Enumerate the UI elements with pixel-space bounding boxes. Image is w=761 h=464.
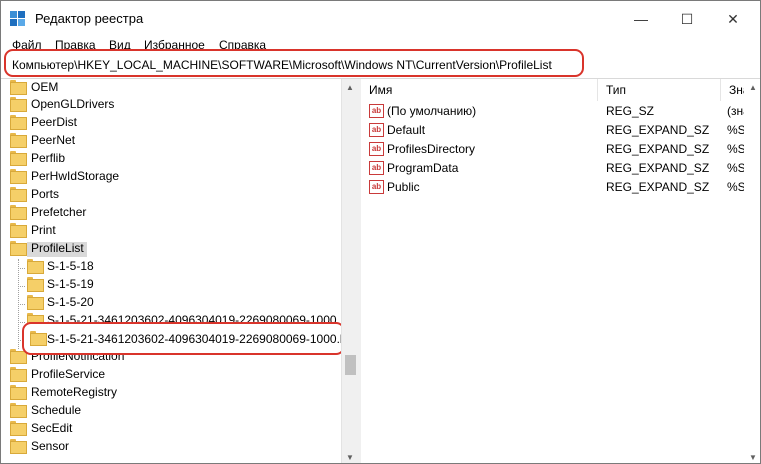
tree-guide-branch: [18, 304, 25, 305]
scroll-thumb[interactable]: [345, 355, 356, 375]
tree-scrollbar[interactable]: ▲ ▼: [341, 79, 358, 463]
value-row[interactable]: ab (По умолчанию) REG_SZ (значение не пр…: [361, 102, 760, 121]
folder-icon: [10, 421, 27, 436]
tree-item-label: Prefetcher: [31, 205, 87, 219]
value-name: Public: [387, 180, 420, 194]
value-type: REG_EXPAND_SZ: [606, 142, 710, 156]
tree-item-label: Sensor: [31, 439, 70, 453]
tree-item-label: PerHwIdStorage: [31, 169, 120, 183]
scroll-down-icon[interactable]: ▼: [744, 449, 760, 463]
menu-edit[interactable]: Правка: [55, 38, 96, 49]
value-name: (По умолчанию): [387, 104, 477, 118]
values-scrollbar[interactable]: ▲ ▼: [744, 79, 760, 463]
value-type: REG_EXPAND_SZ: [606, 123, 710, 137]
value-row[interactable]: ab ProfilesDirectory REG_EXPAND_SZ %Syst…: [361, 140, 760, 159]
address-bar[interactable]: Компьютер\HKEY_LOCAL_MACHINE\SOFTWARE\Mi…: [1, 49, 760, 79]
values-pane: Имя Тип Значение ab (По умолчанию) REG_S…: [361, 79, 760, 463]
string-value-icon: ab: [369, 142, 384, 156]
minimize-button[interactable]: —: [618, 1, 664, 37]
folder-icon: [10, 187, 27, 202]
folder-icon: [27, 277, 44, 292]
string-value-icon: ab: [369, 180, 384, 194]
window-title: Редактор реестра: [35, 11, 144, 26]
value-name: Default: [387, 123, 426, 137]
folder-icon: [30, 331, 47, 346]
tree-item-label: RemoteRegistry: [31, 385, 118, 399]
folder-icon: [10, 403, 27, 418]
folder-icon: [10, 367, 27, 382]
folder-icon: [10, 115, 27, 130]
key-tree: OEM OpenGLDrivers PeerDist PeerNet Perfl…: [1, 79, 341, 463]
tree-item-label: SecEdit: [31, 421, 73, 435]
tree-item-label: Print: [31, 223, 56, 237]
value-row[interactable]: ab Public REG_EXPAND_SZ %SystemDrive%\Us…: [361, 178, 760, 197]
folder-icon: [10, 97, 27, 112]
tree-item-label: S-1-5-19: [47, 277, 94, 291]
folder-open-icon: [10, 241, 27, 256]
tree-item-label: Schedule: [31, 403, 82, 417]
column-header-type[interactable]: Тип: [598, 79, 720, 101]
tree-item-label: Ports: [31, 187, 60, 201]
menu-bar: Файл Правка Вид Избранное Справка: [1, 37, 760, 49]
minimize-icon: —: [634, 11, 648, 27]
tree-item-label: OpenGLDrivers: [31, 97, 115, 111]
tree-item-label: OEM: [31, 80, 59, 94]
folder-icon: [10, 133, 27, 148]
value-type: REG_EXPAND_SZ: [606, 161, 710, 175]
scroll-up-icon[interactable]: ▲: [342, 79, 358, 95]
tree-guide-branch: [18, 268, 25, 269]
registry-editor-icon: [10, 11, 25, 26]
string-value-icon: ab: [369, 104, 384, 118]
tree-item-bak-label: S-1-5-21-3461203602-4096304019-226908006…: [47, 332, 360, 346]
string-value-icon: ab: [369, 123, 384, 137]
folder-icon: [10, 385, 27, 400]
value-row[interactable]: ab ProgramData REG_EXPAND_SZ %SystemDriv…: [361, 159, 760, 178]
title-bar: Редактор реестра — ☐ ✕: [1, 1, 760, 37]
menu-favorites[interactable]: Избранное: [144, 38, 205, 49]
registry-editor-window: Редактор реестра — ☐ ✕ Файл Правка Вид И…: [0, 0, 761, 464]
tree-item-label: S-1-5-20: [47, 295, 94, 309]
value-name: ProgramData: [387, 161, 459, 175]
folder-icon: [10, 205, 27, 220]
close-icon: ✕: [727, 10, 739, 27]
folder-icon: [10, 151, 27, 166]
value-row[interactable]: ab Default REG_EXPAND_SZ %SystemDrive%\U…: [361, 121, 760, 140]
folder-icon: [10, 439, 27, 454]
menu-file[interactable]: Файл: [12, 38, 42, 49]
column-header-name[interactable]: Имя: [361, 79, 597, 101]
folder-icon: [10, 169, 27, 184]
tree-item-label: PeerNet: [31, 133, 76, 147]
column-type-label: Тип: [606, 83, 627, 97]
string-value-icon: ab: [369, 161, 384, 175]
bak-key-highlight[interactable]: S-1-5-21-3461203602-4096304019-226908006…: [22, 322, 359, 355]
menu-help[interactable]: Справка: [219, 38, 266, 49]
value-type: REG_EXPAND_SZ: [606, 180, 710, 194]
tree-guide-branch: [18, 286, 25, 287]
scroll-up-icon[interactable]: ▲: [744, 79, 760, 95]
tree-guide-branch: [18, 322, 25, 323]
maximize-button[interactable]: ☐: [664, 1, 710, 37]
value-name: ProfilesDirectory: [387, 142, 476, 156]
folder-icon: [27, 295, 44, 310]
column-name-label: Имя: [369, 83, 393, 97]
tree-item-label: S-1-5-18: [47, 259, 94, 273]
close-button[interactable]: ✕: [710, 1, 756, 37]
menu-view[interactable]: Вид: [109, 38, 131, 49]
folder-icon: [10, 80, 27, 95]
tree-item-label: ProfileService: [31, 367, 106, 381]
scroll-down-icon[interactable]: ▼: [342, 449, 358, 463]
tree-item-label: PeerDist: [31, 115, 78, 129]
folder-icon: [27, 259, 44, 274]
tree-item-label: ProfileList: [31, 241, 84, 255]
tree-item-label: Perflib: [31, 151, 66, 165]
maximize-icon: ☐: [680, 10, 694, 27]
address-path[interactable]: Компьютер\HKEY_LOCAL_MACHINE\SOFTWARE\Mi…: [12, 58, 552, 72]
value-type: REG_SZ: [606, 104, 655, 118]
folder-icon: [10, 223, 27, 238]
